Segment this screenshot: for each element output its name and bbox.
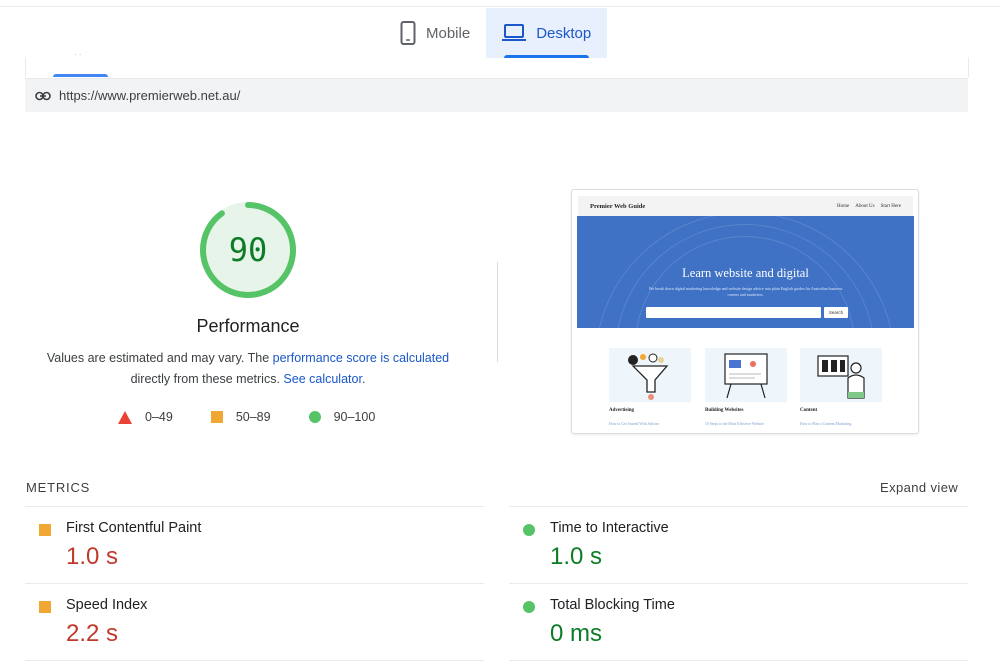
url-bar: https://www.premierweb.net.au/ [25, 78, 968, 112]
pass-circle-icon [523, 524, 535, 536]
screenshot-nav-home: Home [837, 203, 850, 209]
legend-fail-range: 0–49 [145, 410, 173, 424]
screenshot-card-advertising: Advertising How to Get Started With Adwi… [609, 348, 691, 426]
metric-speed-index[interactable]: Speed Index 2.2 s [25, 583, 484, 660]
performance-description: Values are estimated and may vary. The p… [38, 348, 458, 390]
legend-average-range: 50–89 [235, 410, 271, 424]
metric-name: Total Blocking Time [550, 597, 675, 613]
subtab-indicator [53, 74, 108, 77]
pass-circle-icon [523, 601, 535, 613]
performance-title: Performance [196, 316, 300, 336]
tab-desktop[interactable]: Desktop [486, 8, 608, 58]
panel-border-right [968, 57, 969, 77]
screenshot-search-field [646, 307, 821, 318]
score-legend: 0–49 50–89 90–100 [118, 410, 413, 424]
phone-icon [400, 21, 416, 45]
screenshot-card-websites: Building Websites 10 Steps to the Most E… [705, 348, 787, 426]
laptop-icon [502, 24, 527, 41]
average-square-icon [39, 524, 51, 536]
legend-fail: 0–49 [118, 410, 173, 424]
square-icon [210, 411, 223, 423]
metrics-heading: METRICS [26, 480, 91, 495]
score-calculated-link[interactable]: performance score is calculated [273, 351, 449, 365]
top-divider [0, 6, 1000, 7]
ghost-tab-mark: · · [74, 50, 82, 59]
screenshot-card-title: Content [800, 408, 818, 413]
average-square-icon [39, 601, 51, 613]
metric-value: 2.2 s [66, 620, 119, 647]
screenshot-subtext: We break down digital marketing knowledg… [648, 286, 843, 297]
screenshot-card-link: 10 Steps to the Most Effective Website [705, 422, 765, 426]
screenshot-search-button: Search [824, 307, 848, 318]
legend-average: 50–89 [210, 410, 271, 424]
link-icon [35, 91, 51, 100]
screenshot-card-title: Advertising [609, 408, 634, 413]
see-calculator-link[interactable]: See calculator [283, 372, 362, 386]
metric-name: First Contentful Paint [66, 520, 202, 536]
metrics-bottom-divider-right [509, 660, 968, 661]
metric-value: 1.0 s [66, 543, 119, 570]
metric-total-blocking-time[interactable]: Total Blocking Time 0 ms [509, 583, 968, 660]
circle-icon [308, 411, 321, 423]
legend-pass: 90–100 [308, 410, 376, 424]
metric-value: 1.0 s [550, 543, 603, 570]
screenshot-nav-about: About Us [855, 203, 875, 209]
tab-mobile[interactable]: Mobile [384, 8, 486, 58]
screenshot-headline: Learn website and digital [682, 266, 809, 280]
screenshot-card-link: How to Plan a Content Marketing [800, 422, 852, 426]
section-divider [497, 262, 498, 362]
expand-view-toggle[interactable]: Expand view [880, 480, 958, 495]
metric-time-to-interactive[interactable]: Time to Interactive 1.0 s [509, 506, 968, 583]
screenshot-card-link: How to Get Started With Adwise [609, 422, 660, 426]
screenshot-brand: Premier Web Guide [590, 202, 646, 210]
advertising-illustration [609, 348, 691, 402]
screenshot-nav: Premier Web Guide Home About Us Start He… [578, 196, 913, 216]
panel-border-left [25, 57, 26, 77]
screenshot-card-title: Building Websites [705, 408, 744, 413]
screenshot-card-content: Content How to Plan a Content Marketing [800, 348, 882, 426]
screenshot-nav-links: Home About Us Start Here [837, 204, 901, 209]
metric-first-contentful-paint[interactable]: First Contentful Paint 1.0 s [25, 506, 484, 583]
performance-score: 90 [228, 231, 268, 269]
desc-text-1: Values are estimated and may vary. The [46, 351, 273, 365]
tab-mobile-label: Mobile [426, 24, 471, 42]
triangle-icon [118, 410, 132, 424]
metric-value: 0 ms [550, 620, 603, 647]
performance-gauge: 90 [198, 200, 298, 300]
page-url: https://www.premierweb.net.au/ [59, 88, 241, 103]
metric-name: Speed Index [66, 597, 148, 613]
metrics-bottom-divider-left [25, 660, 484, 661]
final-screenshot: Premier Web Guide Home About Us Start He… [571, 189, 919, 434]
websites-illustration [705, 348, 787, 402]
content-illustration [800, 348, 882, 402]
screenshot-hero: Learn website and digital We break down … [577, 216, 914, 328]
desc-text-3: . [361, 372, 366, 386]
metric-name: Time to Interactive [550, 520, 669, 536]
desc-text-2: directly from these metrics. [130, 372, 284, 386]
device-tabs: Mobile Desktop [384, 8, 608, 58]
tab-desktop-label: Desktop [536, 24, 592, 42]
legend-pass-range: 90–100 [333, 410, 376, 424]
screenshot-nav-start: Start Here [880, 203, 901, 209]
